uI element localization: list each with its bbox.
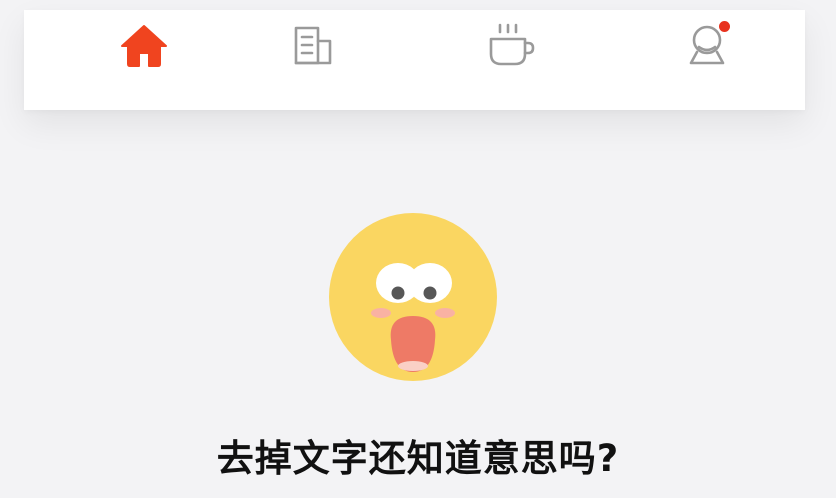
tab-profile[interactable] [678, 10, 738, 80]
tab-news[interactable] [283, 10, 343, 80]
page-headline: 去掉文字还知道意思吗? [216, 437, 620, 480]
news-icon [294, 26, 332, 65]
notification-badge-dot [718, 20, 731, 33]
tab-tea[interactable] [481, 10, 541, 80]
home-icon [121, 25, 167, 67]
bottom-tab-bar [24, 10, 805, 110]
tab-home[interactable] [114, 10, 174, 80]
tea-cup-icon [489, 23, 535, 66]
shocked-face-emoji [328, 212, 498, 382]
